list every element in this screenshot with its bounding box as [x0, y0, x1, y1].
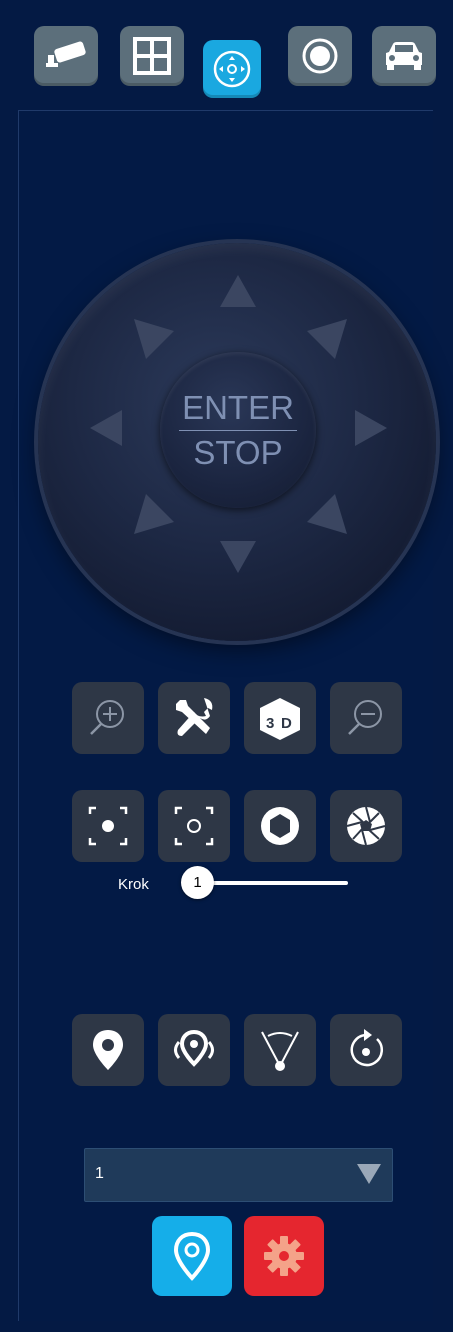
scan-button[interactable] — [244, 1014, 316, 1086]
preset-pin-icon — [93, 1030, 123, 1070]
iris-close-button[interactable] — [330, 790, 402, 862]
focus-far-button[interactable] — [158, 790, 230, 862]
iris-open-button[interactable] — [244, 790, 316, 862]
focus-near-icon — [88, 806, 128, 846]
rotate-icon — [350, 1029, 384, 1067]
car-icon — [386, 42, 422, 70]
focus-far-icon — [174, 806, 214, 846]
chevron-down-icon — [357, 1164, 381, 1184]
rotate-button[interactable] — [330, 1014, 402, 1086]
preset-select[interactable]: 1 — [84, 1148, 393, 1202]
set-preset-button[interactable] — [244, 1216, 324, 1296]
cruise-button[interactable] — [158, 1014, 230, 1086]
enter-label: ENTER — [182, 388, 294, 426]
tab-camera[interactable] — [34, 26, 98, 86]
ptz-control-icon — [213, 50, 251, 88]
tools-button[interactable] — [158, 682, 230, 754]
down-arrow-icon[interactable] — [218, 539, 258, 575]
focus-near-button[interactable] — [72, 790, 144, 862]
step-value: 1 — [193, 874, 202, 891]
zoom-in-icon — [90, 700, 124, 735]
cruise-icon — [174, 1029, 214, 1067]
tab-ptz[interactable] — [203, 40, 261, 98]
bullet-camera-icon — [46, 41, 86, 67]
iris-close-icon — [346, 806, 386, 846]
svg-text:3: 3 — [266, 715, 274, 732]
down-left-arrow-icon[interactable] — [132, 492, 176, 536]
settings-gear-icon — [264, 1236, 304, 1276]
3d-position-button[interactable]: 3 D — [244, 682, 316, 754]
tools-icon — [176, 698, 213, 736]
preset-select-value: 1 — [95, 1165, 104, 1182]
up-right-arrow-icon[interactable] — [305, 317, 349, 361]
step-label: Krok — [118, 876, 149, 893]
stop-label: STOP — [193, 433, 283, 471]
step-slider-track[interactable] — [196, 881, 348, 885]
up-arrow-icon[interactable] — [218, 273, 258, 309]
location-pin-icon — [173, 1231, 211, 1281]
tab-vehicle[interactable] — [372, 26, 436, 86]
goto-preset-button[interactable] — [152, 1216, 232, 1296]
step-slider-thumb[interactable]: 1 — [181, 866, 214, 899]
svg-text:D: D — [281, 715, 292, 732]
right-arrow-icon[interactable] — [353, 408, 389, 448]
preset-button[interactable] — [72, 1014, 144, 1086]
zoom-out-icon — [348, 700, 382, 735]
zoom-out-button[interactable] — [330, 682, 402, 754]
tab-layout[interactable] — [120, 26, 184, 86]
down-right-arrow-icon[interactable] — [305, 492, 349, 536]
up-left-arrow-icon[interactable] — [132, 317, 176, 361]
enter-stop-button[interactable]: ENTER STOP — [160, 352, 316, 508]
3d-icon: 3 D — [260, 698, 300, 740]
tab-record[interactable] — [288, 26, 352, 86]
iris-open-icon — [261, 807, 299, 845]
scan-icon — [261, 1031, 299, 1071]
enter-stop-divider — [179, 429, 297, 431]
record-icon — [302, 38, 338, 74]
top-tab-bar — [0, 0, 453, 100]
zoom-in-button[interactable] — [72, 682, 144, 754]
left-arrow-icon[interactable] — [88, 408, 124, 448]
grid-layout-icon — [133, 37, 171, 75]
